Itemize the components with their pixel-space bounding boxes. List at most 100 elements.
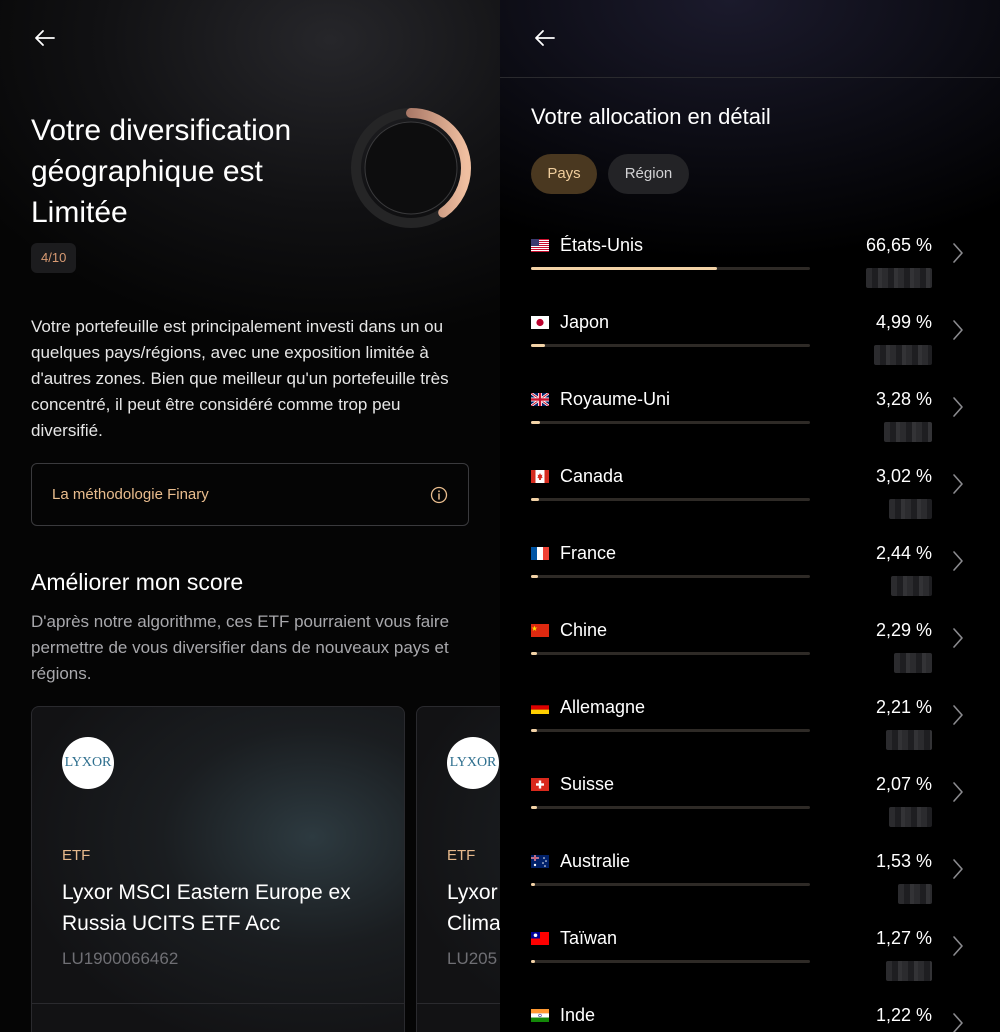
country-row[interactable]: Canada 3,02 % — [500, 456, 1000, 533]
ca-flag-icon — [531, 470, 549, 483]
etf-type-label: ETF — [62, 847, 91, 864]
in-flag-icon — [531, 1009, 549, 1022]
country-name: Chine — [560, 620, 608, 640]
info-icon — [430, 486, 448, 504]
cn-flag-icon — [531, 624, 549, 637]
country-name: Allemagne — [560, 697, 646, 717]
allocation-panel: Votre allocation en détail Pays Région É… — [500, 0, 1000, 1032]
country-percent: 2,29 % — [875, 620, 932, 640]
country-name: Royaume-Uni — [560, 389, 671, 409]
arrow-left-icon — [35, 30, 55, 46]
chevron-right-icon — [952, 319, 964, 341]
country-percent: 3,28 % — [875, 389, 932, 409]
tw-flag-icon — [531, 932, 549, 945]
score-badge: 4/10 — [31, 243, 77, 273]
hidden-amount — [889, 499, 932, 519]
card-divider — [32, 1003, 404, 1004]
tab-region[interactable]: Région — [608, 154, 689, 194]
hidden-amount — [898, 884, 932, 904]
etf-isin: LU205 — [447, 949, 498, 968]
country-row[interactable]: Royaume-Uni 3,28 % — [500, 379, 1000, 456]
hidden-amount — [894, 653, 932, 673]
gb-flag-icon — [531, 393, 549, 406]
allocation-bar-track — [531, 960, 810, 963]
country-row[interactable]: Taïwan 1,27 % — [500, 918, 1000, 995]
country-row[interactable]: Allemagne 2,21 % — [500, 687, 1000, 764]
allocation-bar-track — [531, 421, 810, 424]
au-flag-icon — [531, 855, 549, 868]
allocation-bar-track — [531, 498, 810, 501]
country-row[interactable]: États-Unis 66,65 % — [500, 225, 1000, 302]
country-percent: 1,27 % — [875, 928, 932, 948]
chevron-right-icon — [952, 473, 964, 495]
allocation-bar-fill — [531, 421, 541, 424]
chevron-right-icon — [952, 935, 964, 957]
allocation-bar-fill — [531, 883, 536, 886]
methodology-button[interactable]: La méthodologie Finary — [31, 463, 469, 526]
etf-name: Lyxor MSCI Eastern Europe ex Russia UCIT… — [62, 881, 351, 935]
country-name: Taïwan — [560, 928, 618, 948]
allocation-bar-fill — [531, 498, 540, 501]
country-percent: 2,21 % — [875, 697, 932, 717]
methodology-label: La méthodologie Finary — [52, 486, 209, 503]
card-divider — [417, 1003, 500, 1004]
etf-card[interactable]: LYXOR ETF Lyxor Clima LU205 — [416, 706, 500, 1032]
country-name: États-Unis — [560, 235, 644, 255]
country-name: France — [560, 543, 617, 563]
country-name: Japon — [560, 312, 610, 332]
score-ring — [351, 108, 471, 228]
score-panel: Votre diversification géographique est L… — [0, 0, 500, 1032]
country-row[interactable]: Inde 1,22 % — [500, 995, 1000, 1032]
fr-flag-icon — [531, 547, 549, 560]
lyxor-logo: LYXOR — [447, 737, 499, 789]
allocation-bar-track — [531, 267, 810, 270]
country-row[interactable]: France 2,44 % — [500, 533, 1000, 610]
country-percent: 2,44 % — [875, 543, 932, 563]
page-title: Votre diversification géographique est L… — [31, 114, 292, 229]
ch-flag-icon — [531, 778, 549, 791]
improve-score-title: Améliorer mon score — [31, 569, 244, 595]
country-name: Australie — [560, 851, 631, 871]
country-percent: 1,22 % — [875, 1005, 932, 1025]
country-row[interactable]: Japon 4,99 % — [500, 302, 1000, 379]
country-name: Inde — [560, 1005, 596, 1025]
de-flag-icon — [531, 701, 549, 714]
allocation-bar-fill — [531, 729, 538, 732]
tab-pays[interactable]: Pays — [531, 154, 597, 194]
allocation-title: Votre allocation en détail — [531, 104, 771, 129]
chevron-right-icon — [952, 858, 964, 880]
etf-type-label: ETF — [447, 847, 476, 864]
hidden-amount — [874, 345, 932, 365]
country-name: Suisse — [560, 774, 615, 794]
allocation-bar-fill — [531, 960, 535, 963]
allocation-bar-track — [531, 806, 810, 809]
hidden-amount — [891, 576, 932, 596]
allocation-bar-fill — [531, 806, 537, 809]
diversification-description: Votre portefeuille est principalement in… — [31, 317, 449, 440]
allocation-bar-fill — [531, 652, 538, 655]
allocation-bar-track — [531, 729, 810, 732]
country-row[interactable]: Suisse 2,07 % — [500, 764, 1000, 841]
chevron-right-icon — [952, 627, 964, 649]
back-button[interactable] — [33, 26, 59, 50]
country-percent: 2,07 % — [875, 774, 932, 794]
chevron-right-icon — [952, 781, 964, 803]
improve-score-description: D'après notre algorithme, ces ETF pourra… — [31, 612, 450, 683]
etf-card[interactable]: LYXOR ETF Lyxor MSCI Eastern Europe ex R… — [31, 706, 405, 1032]
back-button[interactable] — [533, 26, 559, 50]
arrow-left-icon — [535, 30, 555, 46]
etf-name: Lyxor Clima — [447, 881, 500, 935]
allocation-bar-track — [531, 575, 810, 578]
hidden-amount — [884, 422, 932, 442]
country-row[interactable]: Australie 1,53 % — [500, 841, 1000, 918]
allocation-bar-fill — [531, 344, 545, 347]
hidden-amount — [866, 268, 932, 288]
hidden-amount — [886, 961, 932, 981]
etf-isin: LU1900066462 — [62, 949, 179, 968]
chevron-right-icon — [952, 550, 964, 572]
country-percent: 3,02 % — [875, 466, 932, 486]
allocation-bar-fill — [531, 267, 717, 270]
country-percent: 66,65 % — [865, 235, 932, 255]
country-row[interactable]: Chine 2,29 % — [500, 610, 1000, 687]
allocation-bar-track — [531, 652, 810, 655]
